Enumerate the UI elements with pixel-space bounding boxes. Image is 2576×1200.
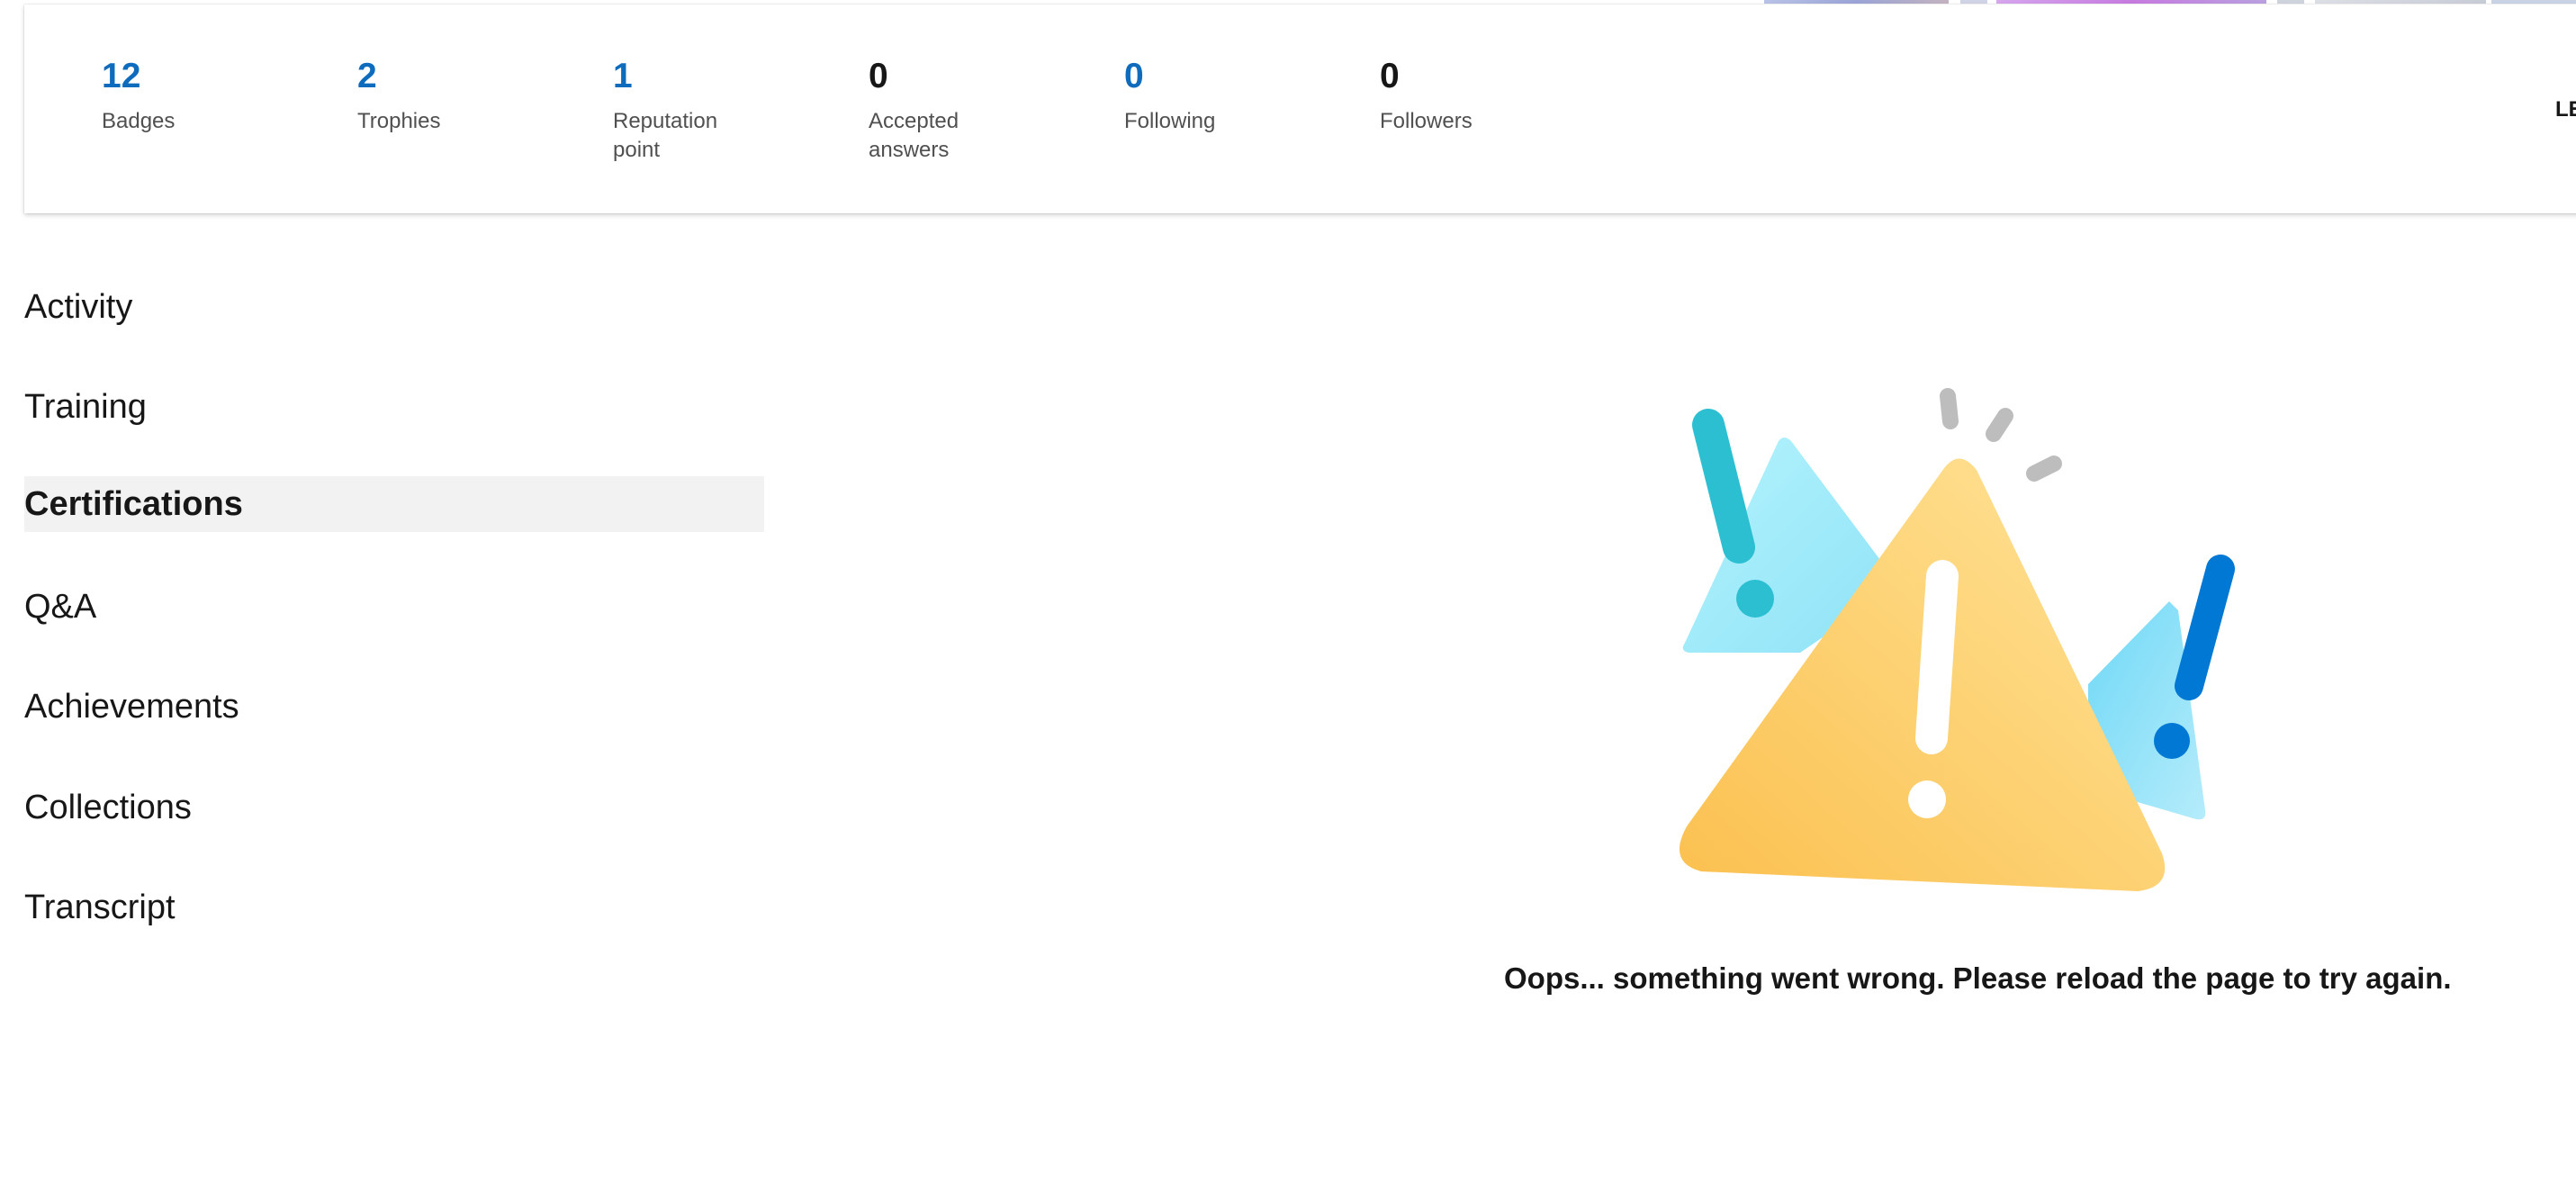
stat-label: Reputation point [613,109,718,162]
stat-reputation[interactable]: 1 Reputation point [613,55,748,165]
nav-item-collections[interactable]: Collections [24,780,764,835]
nav-item-achievements[interactable]: Achievements [24,679,764,735]
stat-value: 1 [613,57,633,95]
stat-following[interactable]: 0 Following [1124,55,1259,136]
stat-label: Trophies [357,109,441,133]
stat-value: 0 [1124,57,1144,95]
truncated-link[interactable]: LE [2555,97,2576,122]
nav-item-certifications[interactable]: Certifications [24,476,764,532]
stat-value: 12 [102,57,141,95]
stat-label: Accepted answers [869,109,959,162]
stat-value: 0 [1380,57,1400,95]
nav-item-training[interactable]: Training [24,379,764,435]
stat-accepted-answers: 0 Accepted answers [869,55,1004,165]
stat-value: 2 [357,57,377,95]
nav-item-transcript[interactable]: Transcript [24,880,764,935]
error-message: Oops... something went wrong. Please rel… [1504,961,2452,995]
stat-value: 0 [869,57,888,95]
nav-item-activity[interactable]: Activity [24,279,764,335]
stat-label: Following [1124,109,1216,133]
warning-icon [1656,378,2250,918]
profile-stats-card: 12 Badges 2 Trophies 1 Reputation point … [24,5,2576,213]
stat-label: Followers [1380,109,1473,133]
stat-label: Badges [102,109,176,133]
stat-trophies[interactable]: 2 Trophies [357,55,492,136]
nav-item-qa[interactable]: Q&A [24,579,764,635]
stat-badges[interactable]: 12 Badges [102,55,237,136]
stat-followers: 0 Followers [1380,55,1515,136]
